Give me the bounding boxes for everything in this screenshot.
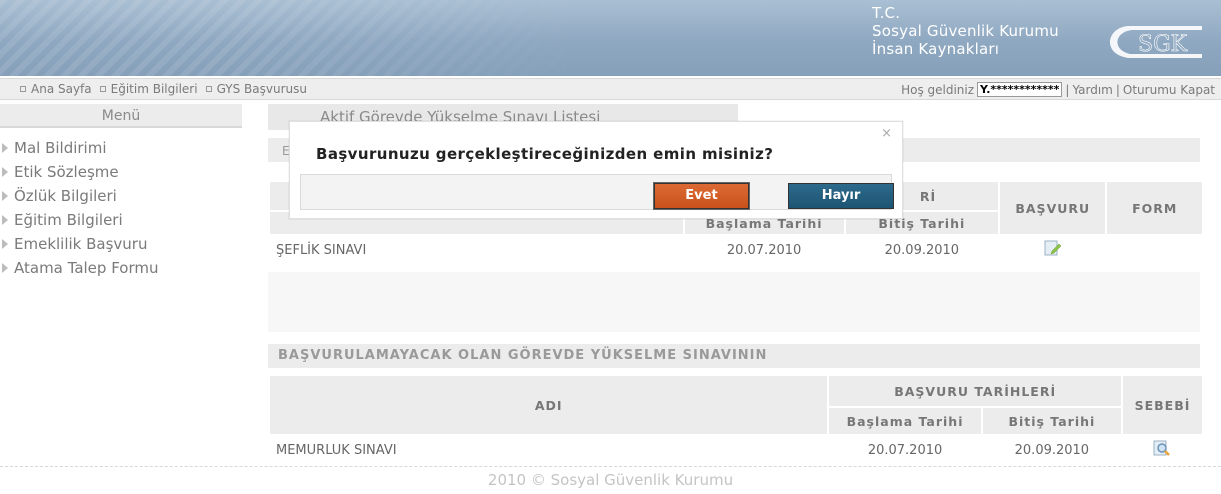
footer: 2010 © Sosyal Güvenlik Kurumu	[0, 466, 1221, 494]
separator: |	[1115, 82, 1120, 97]
reason-cell	[1123, 436, 1202, 464]
magnifier-icon[interactable]	[1153, 440, 1171, 456]
section-header-ineligible: BAŞVURULAMAYACAK OLAN GÖREVDE YÜKSELME S…	[268, 344, 1200, 368]
separator: |	[1065, 82, 1070, 97]
table-header-name: ADI	[270, 376, 828, 434]
user-bar: Hoş geldiniz Y.************ | Yardım | O…	[901, 82, 1215, 97]
yes-button[interactable]: Evet	[653, 182, 750, 210]
org-line-2: Sosyal Güvenlik Kurumu	[872, 22, 1059, 40]
exam-start-date: 20.07.2010	[726, 242, 802, 258]
top-nav: Ana Sayfa Eğitim Bilgileri GYS Başvurusu…	[0, 78, 1221, 100]
empty-area	[268, 272, 1200, 332]
table-header-apply: BAŞVURU	[1000, 182, 1106, 234]
breadcrumb-label: GYS Başvurusu	[216, 82, 307, 96]
exam-name: ŞEFLİK SINAVI	[276, 242, 367, 258]
table-header-reason: SEBEBİ	[1122, 376, 1202, 434]
table-header-end: Bitiş Tarihi	[982, 408, 1121, 434]
exam-end-date: 20.09.2010	[1014, 442, 1090, 458]
ineligible-exams-table: ADI BAŞVURU TARİHLERİ SEBEBİ Başlama Tar…	[268, 374, 1204, 466]
dialog-button-bar: Evet Hayır	[300, 174, 894, 210]
edit-document-icon[interactable]	[1044, 240, 1062, 256]
arrow-right-icon	[2, 143, 8, 153]
arrow-right-icon	[2, 215, 8, 225]
help-link[interactable]: Yardım	[1072, 83, 1112, 97]
menu-item-mal-bildirimi[interactable]: Mal Bildirimi	[0, 136, 246, 160]
sgk-logo: SGK	[1109, 26, 1202, 58]
logo-text: SGK	[1138, 32, 1188, 57]
menu-item-ozluk-bilgileri[interactable]: Özlük Bilgileri	[0, 184, 246, 208]
sidebar: Menü Mal Bildirimi Etik Sözleşme Özlük B…	[0, 104, 246, 474]
arrow-right-icon	[2, 239, 8, 249]
menu-title: Menü	[0, 104, 242, 128]
no-button[interactable]: Hayır	[788, 183, 894, 209]
menu-item-label: Etik Sözleşme	[14, 163, 119, 181]
menu-item-label: Atama Talep Formu	[14, 259, 159, 277]
square-bullet-icon	[20, 86, 26, 92]
banner-pattern	[0, 0, 600, 76]
dialog-message: Başvurunuzu gerçekleştireceğinizden emin…	[316, 145, 774, 163]
breadcrumb: Ana Sayfa Eğitim Bilgileri GYS Başvurusu	[20, 82, 307, 96]
menu-item-emeklilik-basvuru[interactable]: Emeklilik Başvuru	[0, 232, 246, 256]
header-banner: T.C. Sosyal Güvenlik Kurumu İnsan Kaynak…	[0, 0, 1221, 76]
close-icon[interactable]: ×	[881, 126, 892, 141]
table-header-start: Başlama Tarihi	[829, 408, 981, 434]
username-field: Y.************	[977, 82, 1063, 97]
breadcrumb-label: Ana Sayfa	[31, 82, 92, 96]
menu-item-label: Eğitim Bilgileri	[14, 211, 123, 229]
exam-name: MEMURLUK SINAVI	[276, 442, 397, 458]
menu-item-egitim-bilgileri[interactable]: Eğitim Bilgileri	[0, 208, 246, 232]
square-bullet-icon	[205, 86, 212, 92]
arrow-right-icon	[2, 191, 8, 201]
exam-end-date: 20.09.2010	[884, 242, 960, 258]
menu-list: Mal Bildirimi Etik Sözleşme Özlük Bilgil…	[0, 128, 246, 280]
table-row: ŞEFLİK SINAVI 20.07.2010 20.09.2010	[270, 236, 1202, 264]
breadcrumb-education[interactable]: Eğitim Bilgileri	[99, 82, 198, 96]
menu-item-label: Özlük Bilgileri	[14, 187, 117, 205]
menu-item-label: Emeklilik Başvuru	[14, 235, 148, 253]
menu-item-label: Mal Bildirimi	[14, 139, 107, 157]
table-header-dates: BAŞVURU TARİHLERİ	[829, 376, 1121, 406]
apply-cell	[1000, 236, 1105, 264]
logout-link[interactable]: Oturumu Kapat	[1123, 83, 1215, 97]
confirm-dialog: × Başvurunuzu gerçekleştireceğinizden em…	[289, 121, 903, 219]
square-bullet-icon	[99, 86, 106, 92]
breadcrumb-label: Eğitim Bilgileri	[110, 82, 198, 96]
breadcrumb-home[interactable]: Ana Sayfa	[20, 82, 92, 96]
org-line-1: T.C.	[872, 4, 901, 22]
menu-item-etik-sozlesme[interactable]: Etik Sözleşme	[0, 160, 246, 184]
arrow-right-icon	[2, 167, 8, 177]
org-line-3: İnsan Kaynakları	[872, 40, 1000, 58]
org-name: T.C. Sosyal Güvenlik Kurumu İnsan Kaynak…	[872, 4, 1059, 58]
exam-start-date: 20.07.2010	[867, 442, 943, 458]
table-row: MEMURLUK SINAVI 20.07.2010 20.09.2010	[270, 436, 1202, 464]
breadcrumb-gys[interactable]: GYS Başvurusu	[205, 82, 307, 96]
form-cell	[1107, 236, 1202, 264]
menu-item-atama-talep-formu[interactable]: Atama Talep Formu	[0, 256, 246, 280]
table-header-form: FORM	[1107, 182, 1202, 234]
welcome-text: Hoş geldiniz	[901, 82, 975, 97]
arrow-right-icon	[2, 263, 8, 273]
